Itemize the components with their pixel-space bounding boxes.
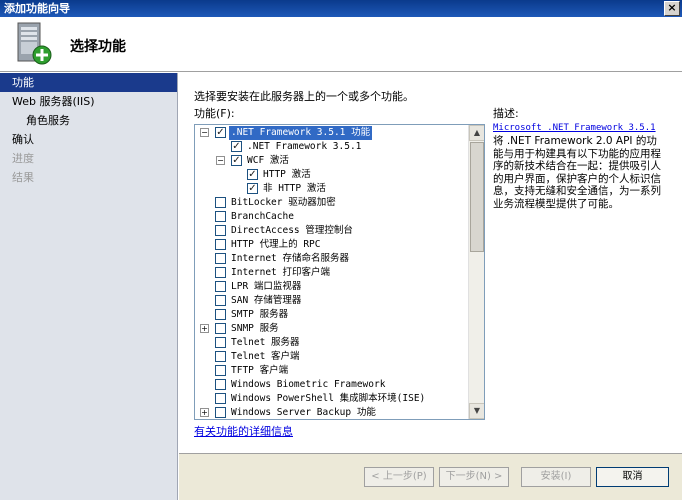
feature-checkbox[interactable]: ✓ bbox=[231, 155, 242, 166]
feature-checkbox[interactable] bbox=[215, 337, 226, 348]
feature-label: HTTP 激活 bbox=[263, 169, 311, 180]
feature-row[interactable]: ✓ 非 HTTP 激活 bbox=[195, 182, 469, 196]
wizard-footer: < 上一步(P) 下一步(N) > 安装(I) 取消 bbox=[179, 453, 682, 500]
wizard-header: 选择功能 bbox=[0, 17, 682, 72]
prev-button[interactable]: < 上一步(P) bbox=[364, 467, 434, 487]
feature-row[interactable]: + SNMP 服务 bbox=[195, 322, 469, 336]
features-scrollbar[interactable]: ▲ ▼ bbox=[468, 125, 484, 419]
collapse-icon[interactable]: − bbox=[200, 128, 209, 137]
main-content: 选择要安装在此服务器上的一个或多个功能。 功能(F): − ✓ .NET Frame… bbox=[179, 73, 682, 453]
feature-checkbox[interactable] bbox=[215, 351, 226, 362]
feature-label: .NET Framework 3.5.1 功能 bbox=[229, 126, 373, 140]
window-titlebar: 添加功能向导 × bbox=[0, 0, 682, 17]
expand-icon[interactable]: + bbox=[200, 408, 209, 417]
server-add-icon bbox=[17, 22, 52, 65]
feature-row[interactable]: SMTP 服务器 bbox=[195, 308, 469, 322]
step-confirmation[interactable]: 确认 bbox=[0, 130, 177, 149]
features-tree-rows: − ✓ .NET Framework 3.5.1 功能 ✓ .NET Framework… bbox=[195, 125, 469, 419]
feature-label: 非 HTTP 激活 bbox=[263, 183, 326, 194]
next-button[interactable]: 下一步(N) > bbox=[439, 467, 509, 487]
feature-label: BranchCache bbox=[231, 211, 294, 222]
description-text: 将 .NET Framework 2.0 API 的功能与用于构建具有以下功能的… bbox=[493, 135, 661, 210]
feature-row[interactable]: Telnet 服务器 bbox=[195, 336, 469, 350]
feature-row[interactable]: + Windows Server Backup 功能 bbox=[195, 406, 469, 419]
feature-checkbox[interactable] bbox=[215, 295, 226, 306]
feature-checkbox[interactable] bbox=[215, 407, 226, 418]
expand-icon[interactable]: + bbox=[200, 324, 209, 333]
feature-checkbox[interactable] bbox=[215, 379, 226, 390]
features-label: 功能(F): bbox=[194, 107, 235, 120]
feature-checkbox[interactable] bbox=[215, 393, 226, 404]
step-features[interactable]: 功能 bbox=[0, 73, 177, 92]
feature-label: Internet 打印客户端 bbox=[231, 267, 330, 278]
step-results: 结果 bbox=[12, 171, 34, 184]
feature-row[interactable]: − ✓ WCF 激活 bbox=[195, 154, 469, 168]
features-tree[interactable]: − ✓ .NET Framework 3.5.1 功能 ✓ .NET Framework… bbox=[194, 124, 485, 420]
feature-row[interactable]: BranchCache bbox=[195, 210, 469, 224]
scroll-thumb[interactable] bbox=[470, 142, 484, 252]
feature-row[interactable]: Windows PowerShell 集成脚本环境(ISE) bbox=[195, 392, 469, 406]
feature-checkbox[interactable]: ✓ bbox=[247, 169, 258, 180]
feature-row[interactable]: − ✓ .NET Framework 3.5.1 功能 bbox=[195, 126, 469, 140]
step-progress: 进度 bbox=[12, 152, 34, 165]
feature-checkbox[interactable] bbox=[215, 323, 226, 334]
feature-row[interactable]: BitLocker 驱动器加密 bbox=[195, 196, 469, 210]
feature-checkbox[interactable] bbox=[215, 309, 226, 320]
feature-label: SAN 存储管理器 bbox=[231, 295, 302, 306]
description-link[interactable]: Microsoft .NET Framework 3.5.1 bbox=[493, 123, 656, 133]
collapse-icon[interactable]: − bbox=[216, 156, 225, 165]
install-button[interactable]: 安装(I) bbox=[521, 467, 591, 487]
feature-label: BitLocker 驱动器加密 bbox=[231, 197, 336, 208]
close-icon: × bbox=[667, 1, 677, 14]
window-title: 添加功能向导 bbox=[4, 2, 70, 15]
feature-row[interactable]: ✓ HTTP 激活 bbox=[195, 168, 469, 182]
close-button[interactable]: × bbox=[664, 1, 680, 16]
feature-row[interactable]: Internet 存储命名服务器 bbox=[195, 252, 469, 266]
feature-checkbox[interactable] bbox=[215, 211, 226, 222]
feature-checkbox[interactable] bbox=[215, 365, 226, 376]
feature-label: HTTP 代理上的 RPC bbox=[231, 239, 321, 250]
feature-label: TFTP 客户端 bbox=[231, 365, 289, 376]
feature-label: Windows PowerShell 集成脚本环境(ISE) bbox=[231, 393, 426, 404]
step-role-services[interactable]: 角色服务 bbox=[0, 111, 177, 130]
page-title: 选择功能 bbox=[70, 39, 126, 55]
feature-checkbox[interactable]: ✓ bbox=[231, 141, 242, 152]
feature-label: SNMP 服务 bbox=[231, 323, 279, 334]
description-label: 描述: bbox=[493, 107, 519, 120]
feature-row[interactable]: TFTP 客户端 bbox=[195, 364, 469, 378]
scroll-up-icon[interactable]: ▲ bbox=[469, 125, 484, 141]
feature-row[interactable]: Windows Biometric Framework bbox=[195, 378, 469, 392]
feature-checkbox[interactable] bbox=[215, 197, 226, 208]
step-web-server-iis[interactable]: Web 服务器(IIS) bbox=[0, 92, 177, 111]
feature-row[interactable]: DirectAccess 管理控制台 bbox=[195, 224, 469, 238]
feature-checkbox[interactable]: ✓ bbox=[247, 183, 258, 194]
feature-checkbox[interactable] bbox=[215, 239, 226, 250]
feature-label: WCF 激活 bbox=[247, 155, 289, 166]
feature-label: SMTP 服务器 bbox=[231, 309, 289, 320]
feature-checkbox[interactable] bbox=[215, 225, 226, 236]
feature-label: Telnet 客户端 bbox=[231, 351, 300, 362]
feature-checkbox[interactable] bbox=[215, 267, 226, 278]
feature-checkbox[interactable] bbox=[215, 281, 226, 292]
feature-label: .NET Framework 3.5.1 bbox=[247, 141, 362, 152]
feature-row[interactable]: Telnet 客户端 bbox=[195, 350, 469, 364]
more-info-link[interactable]: 有关功能的详细信息 bbox=[194, 423, 293, 439]
wizard-steps-sidebar: 功能 Web 服务器(IIS) 角色服务 确认 进度 结果 bbox=[0, 73, 178, 500]
instruction-text: 选择要安装在此服务器上的一个或多个功能。 bbox=[194, 90, 414, 103]
feature-checkbox[interactable] bbox=[215, 253, 226, 264]
feature-row[interactable]: ✓ .NET Framework 3.5.1 bbox=[195, 140, 469, 154]
feature-label: Internet 存储命名服务器 bbox=[231, 253, 349, 264]
feature-label: Windows Biometric Framework bbox=[231, 379, 386, 390]
scroll-down-icon[interactable]: ▼ bbox=[469, 403, 484, 419]
feature-checkbox[interactable]: ✓ bbox=[215, 127, 226, 138]
feature-row[interactable]: HTTP 代理上的 RPC bbox=[195, 238, 469, 252]
feature-row[interactable]: SAN 存储管理器 bbox=[195, 294, 469, 308]
feature-label: Telnet 服务器 bbox=[231, 337, 300, 348]
feature-label: LPR 端口监视器 bbox=[231, 281, 302, 292]
cancel-button[interactable]: 取消 bbox=[596, 467, 669, 487]
feature-label: Windows Server Backup 功能 bbox=[231, 407, 376, 418]
feature-row[interactable]: LPR 端口监视器 bbox=[195, 280, 469, 294]
feature-row[interactable]: Internet 打印客户端 bbox=[195, 266, 469, 280]
feature-label: DirectAccess 管理控制台 bbox=[231, 225, 353, 236]
